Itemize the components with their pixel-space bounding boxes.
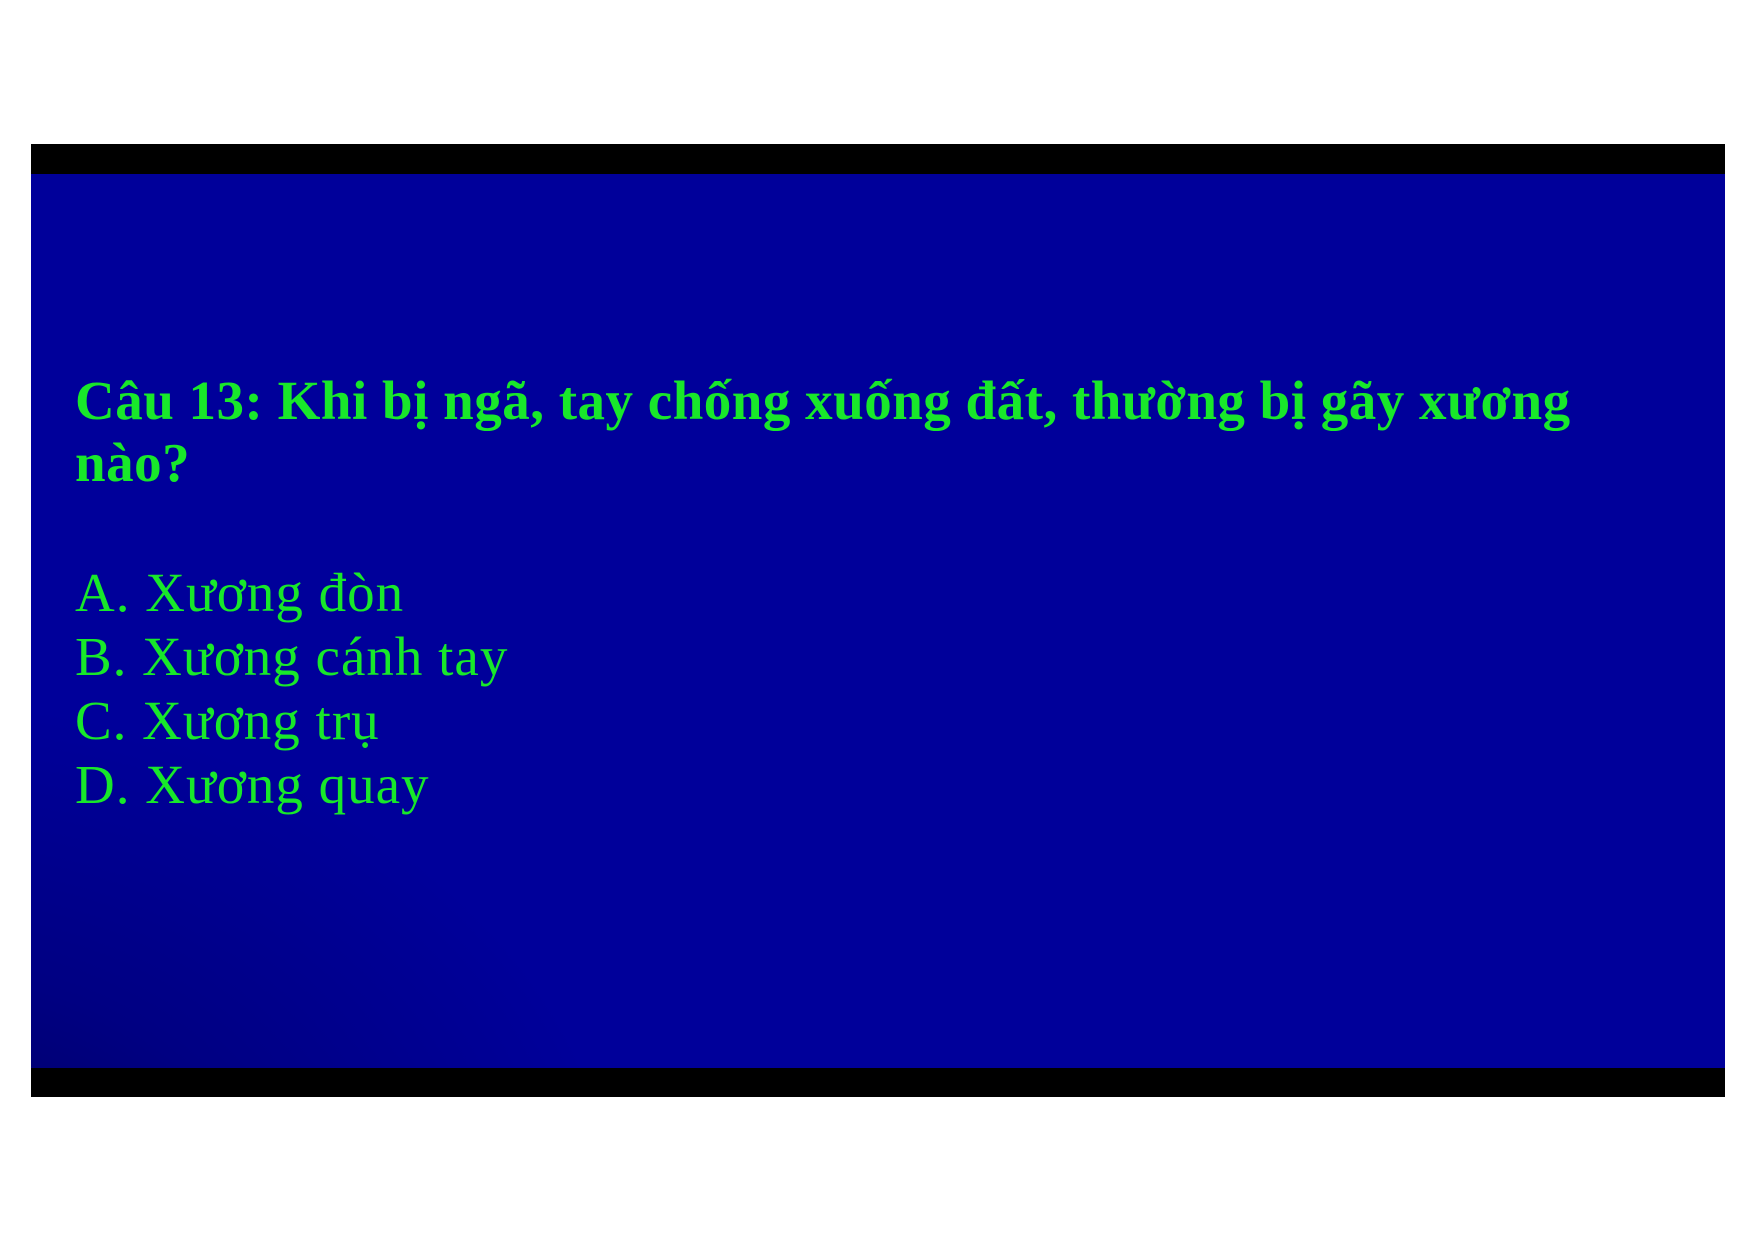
answer-option-b: B. Xương cánh tay — [75, 626, 509, 687]
page: Câu 13: Khi bị ngã, tay chống xuống đất,… — [0, 0, 1755, 1240]
slide: Câu 13: Khi bị ngã, tay chống xuống đất,… — [31, 174, 1725, 1068]
question-text: Câu 13: Khi bị ngã, tay chống xuống đất,… — [75, 370, 1571, 493]
answer-option-c: C. Xương trụ — [75, 690, 380, 751]
answer-option-d: D. Xương quay — [75, 754, 430, 815]
slide-frame: Câu 13: Khi bị ngã, tay chống xuống đất,… — [31, 144, 1725, 1097]
answer-list: A. Xương đòn B. Xương cánh tay C. Xương … — [75, 561, 508, 817]
answer-option-a: A. Xương đòn — [75, 562, 405, 623]
